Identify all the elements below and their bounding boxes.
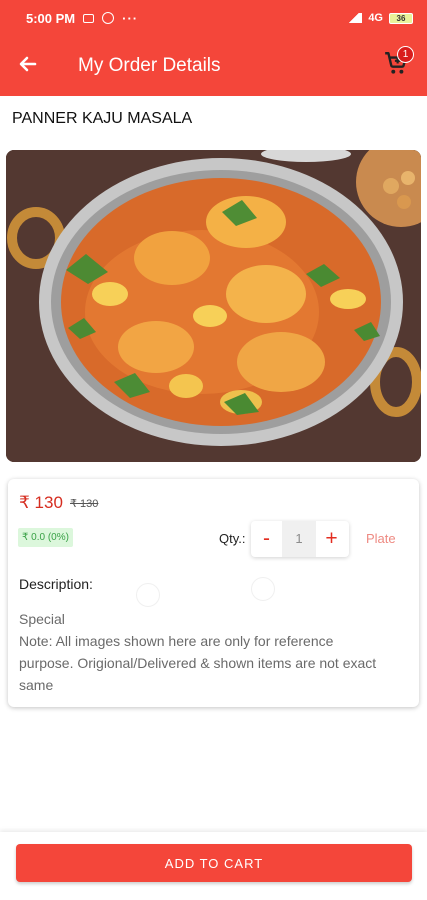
- screen-icon: [83, 13, 95, 23]
- network-label: 4G: [368, 12, 383, 24]
- more-dots: ···: [122, 10, 139, 26]
- qty-label: Qty.:: [219, 531, 246, 546]
- battery-icon: 36: [389, 12, 413, 24]
- quantity-value[interactable]: 1: [282, 521, 316, 557]
- signal-icon: [346, 13, 363, 23]
- description-line: purpose. Origional/Delivered & shown ite…: [19, 655, 377, 671]
- back-arrow-icon[interactable]: [18, 54, 48, 79]
- product-detail-card: ₹ 130 ₹ 130 ₹ 0.0 (0%) Qty.: - 1 + Plate…: [8, 479, 419, 707]
- bottom-action-bar: ADD TO CART: [0, 832, 427, 900]
- discount-badge: ₹ 0.0 (0%): [18, 528, 73, 547]
- increment-button[interactable]: +: [316, 521, 347, 557]
- description-text: Special Note: All images shown here are …: [19, 608, 409, 696]
- cart-button[interactable]: 1: [383, 46, 414, 78]
- app-bar: My Order Details 1: [0, 36, 427, 96]
- status-bar: 5:00 PM ··· 4G 36: [0, 0, 427, 36]
- description-line: same: [19, 677, 54, 693]
- add-to-cart-button[interactable]: ADD TO CART: [16, 844, 412, 882]
- description-line: Note: All images shown here are only for…: [19, 633, 334, 649]
- status-time: 5:00 PM: [26, 10, 76, 26]
- faint-circle: [251, 577, 275, 601]
- app-icon: [102, 12, 115, 24]
- description-line: Special: [19, 611, 65, 627]
- cart-count-badge: 1: [397, 46, 414, 63]
- product-name: PANNER KAJU MASALA: [12, 110, 193, 127]
- battery-level: 36: [396, 13, 406, 23]
- quantity-stepper: - 1 +: [251, 521, 349, 557]
- description-label: Description:: [19, 576, 93, 592]
- product-image: [6, 150, 421, 462]
- price: ₹ 130: [19, 493, 63, 512]
- page-title: My Order Details: [78, 55, 221, 76]
- unit-label: Plate: [366, 531, 396, 546]
- faint-circle: [136, 583, 160, 607]
- old-price: ₹ 130: [70, 498, 99, 510]
- decrement-button[interactable]: -: [251, 521, 282, 557]
